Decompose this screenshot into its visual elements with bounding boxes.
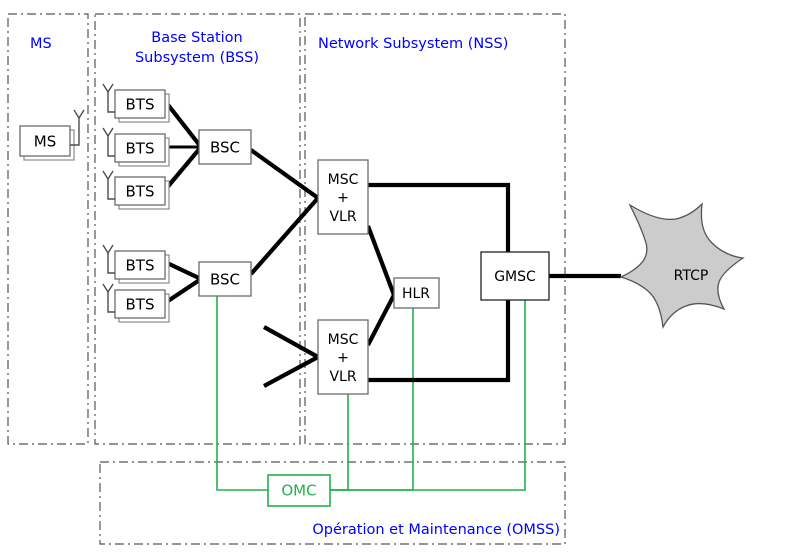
group-label-ms: MS (30, 36, 52, 52)
link-bts3-bsc1 (163, 145, 203, 192)
group-omss: Opération et Maintenance (OMSS) (99, 461, 566, 545)
group-label-nss: Network Subsystem (NSS) (318, 36, 508, 52)
bts1-label: BTS (126, 96, 155, 114)
msc-vlr2-label-vlr: VLR (329, 369, 356, 385)
group-bss: Base Station Subsystem (BSS) (94, 13, 301, 445)
node-bts-3[interactable]: BTS (102, 170, 170, 210)
rtcp-burst-icon (619, 202, 745, 330)
msc-vlr1-label-msc: MSC (328, 172, 359, 188)
link-bsc1-msc1 (249, 148, 320, 200)
bsc1-label: BSC (210, 139, 240, 157)
node-msc-vlr-2[interactable]: MSC + VLR (317, 319, 369, 395)
node-msc-vlr-1[interactable]: MSC + VLR (317, 159, 369, 235)
link-bsc2-msc1 (249, 196, 320, 276)
node-bsc-2[interactable]: BSC (198, 261, 252, 297)
antenna-icon-bts3 (102, 170, 115, 200)
ms-label: MS (34, 133, 56, 151)
bts5-label: BTS (126, 296, 155, 314)
antenna-icon-bts5 (102, 283, 115, 313)
gsm-architecture-diagram: MS Base Station Subsystem (BSS) Network … (0, 0, 800, 555)
node-rtcp[interactable]: RTCP (619, 202, 745, 330)
omc-link-group (216, 296, 526, 491)
node-bts-5[interactable]: BTS (102, 283, 170, 323)
link-msc1-gmsc (368, 182, 511, 253)
node-hlr[interactable]: HLR (393, 277, 440, 309)
node-bsc-1[interactable]: BSC (198, 129, 252, 165)
link-bts4-bsc2 (164, 260, 202, 281)
hlr-label: HLR (402, 286, 430, 302)
antenna-icon-bts2 (102, 127, 115, 157)
group-label-bss-line2: Subsystem (BSS) (135, 50, 259, 66)
group-label-omss: Opération et Maintenance (OMSS) (312, 522, 560, 538)
node-ms-terminal[interactable]: MS (19, 109, 85, 161)
bts3-label: BTS (126, 183, 155, 201)
node-bts-2[interactable]: BTS (102, 127, 170, 167)
group-ms: MS (7, 13, 89, 445)
node-gmsc[interactable]: GMSC (480, 251, 550, 301)
rtcp-label: RTCP (674, 268, 709, 284)
msc-vlr2-label-msc: MSC (328, 332, 359, 348)
node-bts-1[interactable]: BTS (102, 83, 170, 123)
gmsc-label: GMSC (494, 269, 536, 285)
bts4-label: BTS (126, 257, 155, 275)
link-stub-lower-msc2 (263, 355, 319, 388)
msc-vlr1-label-plus: + (337, 190, 349, 206)
link-msc2-hlr (366, 294, 396, 346)
group-frame-ms (7, 13, 89, 445)
bts2-label: BTS (126, 140, 155, 158)
link-msc1-hlr (366, 225, 396, 296)
antenna-icon-bts4 (102, 244, 115, 274)
link-bts5-bsc2 (163, 277, 203, 305)
omc-link-bsc2 (216, 296, 268, 491)
link-msc2-gmsc (368, 299, 511, 383)
group-label-bss-line1: Base Station (151, 30, 242, 46)
link-bts1-bsc1 (163, 99, 203, 149)
link-stub-upper-msc2 (262, 325, 320, 359)
antenna-icon-bts1 (102, 83, 115, 113)
node-bts-4[interactable]: BTS (102, 244, 170, 284)
msc-vlr2-label-plus: + (337, 350, 349, 366)
group-frame-bss (94, 13, 301, 445)
diagram-canvas: MS Base Station Subsystem (BSS) Network … (7, 13, 745, 545)
omc-label: OMC (281, 482, 316, 500)
omc-link-msc2 (330, 394, 349, 491)
bsc2-label: BSC (210, 271, 240, 289)
node-omc[interactable]: OMC (267, 474, 331, 507)
msc-vlr1-label-vlr: VLR (329, 209, 356, 225)
